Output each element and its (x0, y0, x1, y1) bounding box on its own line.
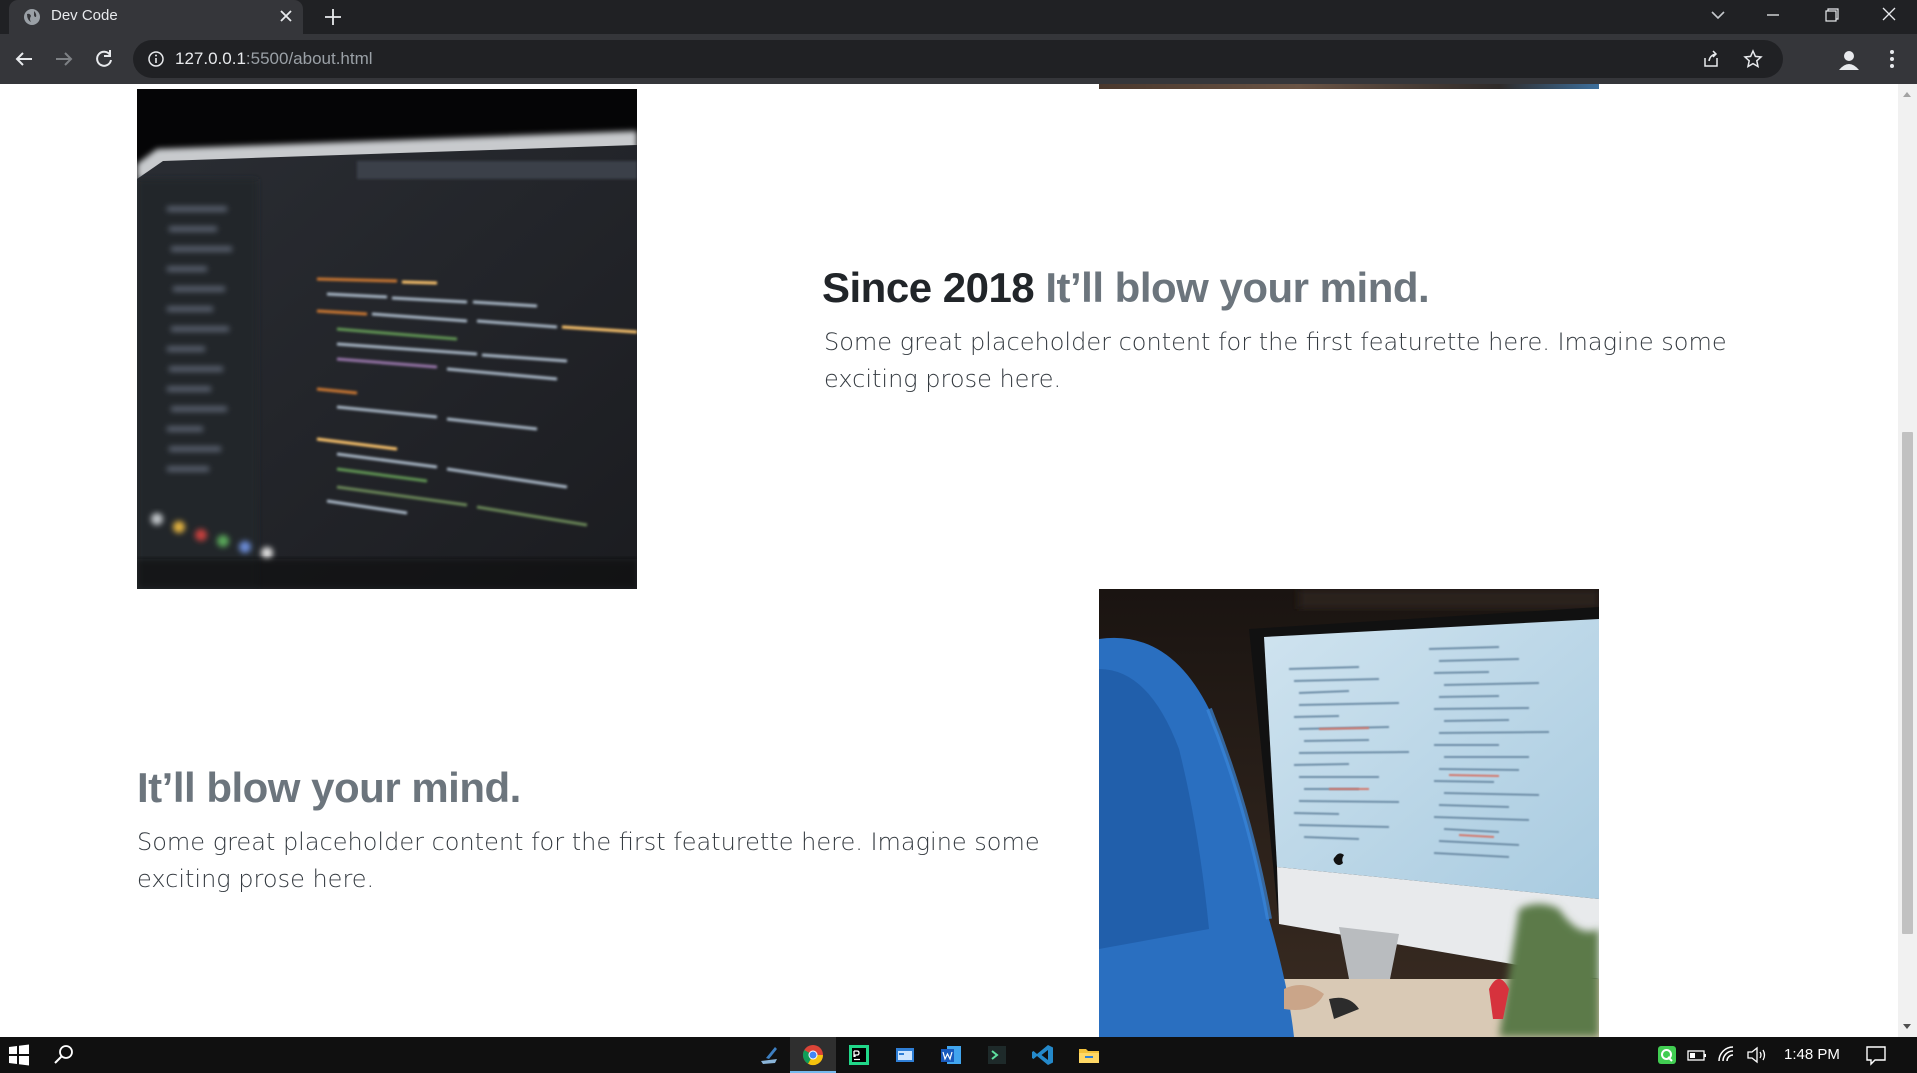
taskbar-clock[interactable]: 1:48 PM (1784, 1046, 1840, 1063)
wifi-icon[interactable] (1715, 1043, 1739, 1067)
code-screen-illustration (137, 89, 637, 589)
url-path: :5500/about.html (245, 49, 373, 68)
site-info-icon[interactable] (147, 50, 165, 68)
globe-icon (24, 9, 40, 25)
pycharm-icon[interactable] (847, 1043, 871, 1067)
share-icon[interactable] (1701, 49, 1721, 69)
minimize-icon[interactable] (1760, 4, 1786, 26)
reload-icon[interactable] (92, 47, 116, 71)
file-explorer-icon[interactable] (1077, 1043, 1101, 1067)
previous-featurette-image (1099, 84, 1599, 89)
url-text: 127.0.0.1:5500/about.html (175, 49, 373, 69)
heading-main-1: Since 2018 (822, 264, 1035, 311)
featurette-heading-1: Since 2018 It’ll blow your mind. (822, 264, 1430, 312)
page-viewport: Since 2018 It’ll blow your mind. Some gr… (0, 84, 1898, 1037)
browser-tab-bar: Dev Code (0, 0, 1917, 34)
close-window-icon[interactable] (1876, 4, 1902, 26)
person-at-computer-image (1099, 589, 1599, 1037)
scrollbar-thumb[interactable] (1902, 432, 1913, 934)
forward-arrow-icon[interactable] (52, 47, 76, 71)
volume-icon[interactable] (1745, 1043, 1769, 1067)
tab-title: Dev Code (51, 7, 118, 24)
kebab-menu-icon[interactable] (1880, 47, 1904, 71)
address-bar[interactable]: 127.0.0.1:5500/about.html (133, 40, 1783, 78)
back-arrow-icon[interactable] (12, 47, 36, 71)
browser-tab[interactable]: Dev Code (9, 0, 303, 34)
notification-center-icon[interactable] (1864, 1043, 1888, 1067)
vscode-icon[interactable] (1031, 1043, 1055, 1067)
windows-taskbar: 1:48 PM (0, 1037, 1917, 1073)
heading-muted-2: It’ll blow your mind. (137, 764, 521, 811)
tab-search-chevron-icon[interactable] (1705, 4, 1731, 26)
restore-icon[interactable] (1818, 4, 1844, 26)
terminal-app-icon[interactable] (985, 1043, 1009, 1067)
featurette-heading-2: It’ll blow your mind. (137, 764, 521, 812)
word-icon[interactable] (939, 1043, 963, 1067)
code-screen-image (137, 89, 637, 589)
url-host: 127.0.0.1 (175, 49, 246, 68)
battery-icon[interactable] (1685, 1043, 1709, 1067)
search-icon[interactable] (52, 1043, 76, 1067)
profile-avatar-icon[interactable] (1836, 47, 1862, 73)
scroll-down-arrow-icon[interactable] (1903, 1024, 1911, 1029)
browser-toolbar: 127.0.0.1:5500/about.html (0, 34, 1917, 84)
bookmark-star-icon[interactable] (1743, 49, 1763, 69)
heading-muted-1: It’ll blow your mind. (1045, 264, 1430, 311)
app-window-icon[interactable] (893, 1043, 917, 1067)
new-tab-icon[interactable] (322, 6, 344, 28)
scroll-up-arrow-icon[interactable] (1903, 92, 1911, 97)
featurette-text-2: Some great placeholder content for the f… (137, 828, 1040, 893)
page-scrollbar[interactable] (1898, 84, 1917, 1037)
qt-app-tray-icon[interactable] (1655, 1043, 1679, 1067)
chrome-icon[interactable] (801, 1043, 825, 1067)
windows-start-icon[interactable] (7, 1043, 31, 1067)
pinned-app-icon[interactable] (757, 1043, 781, 1067)
featurette-text-1: Some great placeholder content for the f… (824, 328, 1727, 393)
imac-illustration (1099, 589, 1599, 1037)
close-tab-icon[interactable] (277, 7, 295, 25)
